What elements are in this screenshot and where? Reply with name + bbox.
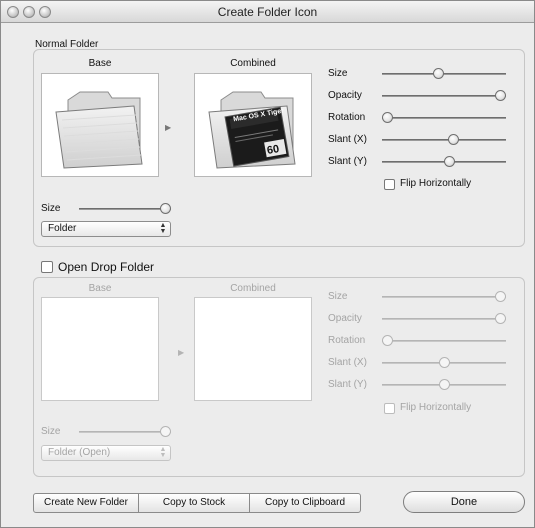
slider-thumb[interactable] — [495, 291, 506, 302]
normal-combined-label: Combined — [230, 58, 276, 69]
normal-base-label: Base — [88, 58, 112, 69]
slider-track[interactable] — [382, 73, 506, 75]
normal-popup-value: Folder — [48, 223, 77, 234]
slider-label-slant-x: Slant (X) — [328, 357, 367, 368]
slider-label-size: Size — [328, 68, 348, 79]
open-size-slider-track[interactable] — [79, 431, 171, 433]
copy-to-stock-button[interactable]: Copy to Stock — [138, 493, 250, 513]
normal-folder-popup[interactable]: Folder ▲ ▼ — [41, 221, 171, 237]
slider-thumb[interactable] — [382, 112, 393, 123]
done-button[interactable]: Done — [403, 491, 525, 513]
open-folder-popup[interactable]: Folder (Open) ▲ ▼ — [41, 445, 171, 461]
open-popup-value: Folder (Open) — [48, 447, 111, 458]
open-drop-folder-checkbox[interactable] — [41, 261, 53, 273]
window-title: Create Folder Icon — [217, 5, 318, 19]
open-flip-checkbox[interactable] — [384, 403, 395, 414]
open-size-slider-thumb[interactable] — [160, 426, 171, 437]
combined-folder-icon — [208, 91, 296, 169]
slider-thumb[interactable] — [495, 313, 506, 324]
open-base-label: Base — [88, 283, 112, 294]
popup-stepper-icon: ▲ ▼ — [159, 222, 167, 235]
slider-track[interactable] — [382, 139, 506, 141]
popup-stepper-icon: ▲ ▼ — [159, 446, 167, 459]
open-size-label: Size — [41, 426, 61, 437]
badge-number: 60 — [266, 143, 281, 157]
open-combined-well[interactable] — [194, 297, 312, 401]
title-bar: Create Folder Icon — [1, 1, 534, 23]
slider-track[interactable] — [382, 117, 506, 119]
slider-label-slant-x: Slant (X) — [328, 134, 367, 145]
normal-size-label: Size — [41, 203, 61, 214]
slider-label-rotation: Rotation — [328, 335, 366, 346]
slider-thumb[interactable] — [495, 90, 506, 101]
open-base-well[interactable] — [41, 297, 159, 401]
slider-thumb[interactable] — [438, 357, 450, 368]
create-folder-icon-window: Create Folder Icon Normal Folder Base ▶ … — [0, 0, 535, 528]
create-new-folder-button[interactable]: Create New Folder — [33, 493, 139, 513]
slider-track[interactable] — [382, 95, 506, 97]
normal-combined-well[interactable]: Mac OS X Tiger 60 — [194, 73, 312, 177]
slider-track[interactable] — [382, 318, 506, 320]
slider-thumb[interactable] — [382, 335, 393, 346]
slider-label-opacity: Opacity — [328, 313, 362, 324]
slider-label-opacity: Opacity — [328, 90, 362, 101]
slider-label-slant-y: Slant (Y) — [328, 379, 367, 390]
slider-thumb[interactable] — [447, 134, 459, 145]
normal-flip-label: Flip Horizontally — [400, 178, 472, 189]
normal-base-well[interactable] — [41, 73, 159, 177]
right-arrow-icon: ▶ — [165, 123, 172, 132]
folder-icon — [55, 91, 143, 169]
slider-thumb[interactable] — [432, 68, 444, 79]
right-arrow-icon: ▶ — [178, 348, 185, 357]
slider-label-size: Size — [328, 291, 348, 302]
slider-track[interactable] — [382, 340, 506, 342]
normal-size-slider-track[interactable] — [79, 208, 171, 210]
open-combined-label: Combined — [230, 283, 276, 294]
slider-label-rotation: Rotation — [328, 112, 366, 123]
open-drop-folder-label: Open Drop Folder — [58, 260, 155, 274]
normal-flip-checkbox[interactable] — [384, 179, 395, 190]
slider-thumb[interactable] — [438, 379, 450, 390]
copy-to-clipboard-button[interactable]: Copy to Clipboard — [249, 493, 361, 513]
normal-size-slider-thumb[interactable] — [160, 203, 171, 214]
slider-label-slant-y: Slant (Y) — [328, 156, 367, 167]
open-flip-label: Flip Horizontally — [400, 402, 472, 413]
slider-track[interactable] — [382, 296, 506, 298]
